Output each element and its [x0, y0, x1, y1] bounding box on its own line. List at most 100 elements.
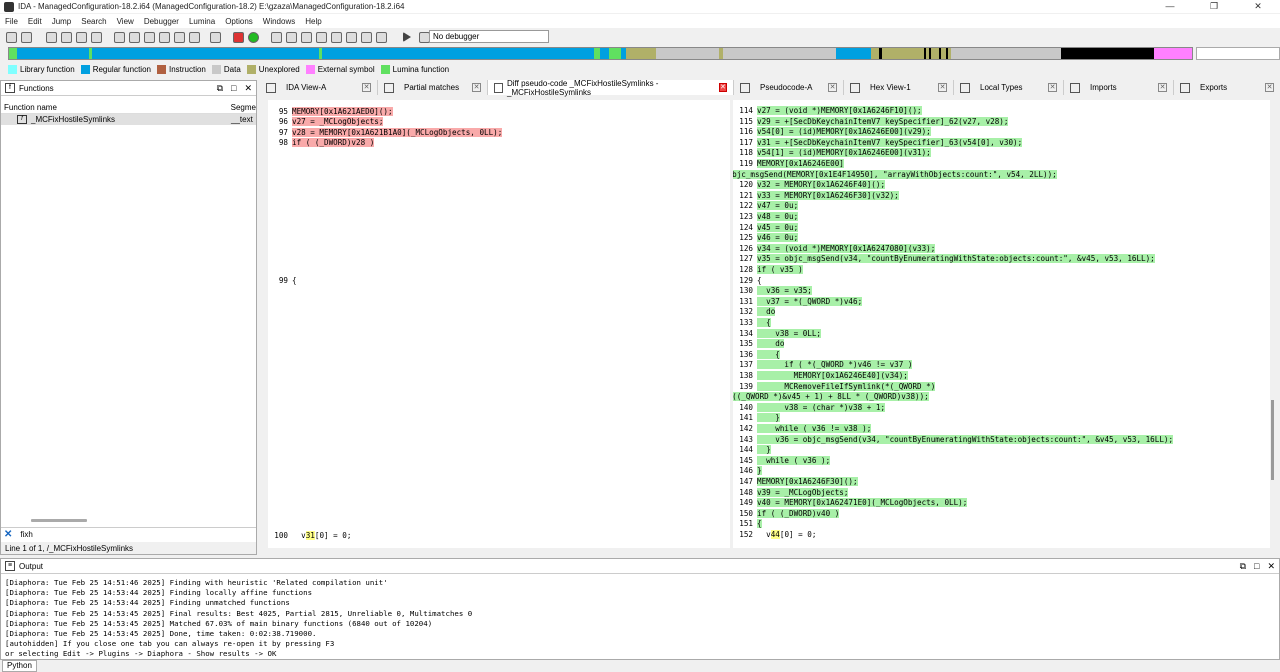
tab-ida-view-a[interactable]: IDA View-A ✕ [260, 80, 378, 95]
tab-local-types[interactable]: Local Types ✕ [954, 80, 1064, 95]
code-line[interactable]: 131 v37 = *(_QWORD *)v46; [733, 296, 863, 308]
tab-close-icon[interactable]: ✕ [1048, 83, 1057, 92]
code-line[interactable]: 95 MEMORY[0x1A621AED0](); [268, 106, 393, 118]
code-line[interactable]: 127 v35 = objc_msgSend(v34, "countByEnume… [733, 254, 1155, 265]
undefine-icon[interactable] [189, 31, 200, 43]
vertical-scrollbar[interactable] [1271, 400, 1274, 480]
code-line[interactable]: 146} [733, 466, 762, 477]
diff-right-code-pane[interactable]: 114 v27 = (void *)MEMORY[0x1A6246F10](); 1… [733, 100, 1270, 548]
code-line[interactable]: 129 { [733, 276, 761, 287]
menu-view[interactable]: View [112, 17, 139, 26]
code-line[interactable]: 150 if ( (_DWORD)v40 ) [733, 508, 840, 520]
code-line[interactable]: 136 { [733, 349, 780, 361]
forward-icon[interactable] [61, 31, 72, 43]
code-line[interactable]: 143 v36 = objc_msgSend(v34, "countByEnum… [733, 434, 1174, 446]
menu-help[interactable]: Help [300, 17, 326, 26]
string-icon[interactable] [174, 31, 185, 43]
code-line[interactable]: 128 if ( v35 ) [733, 265, 803, 276]
column-segment[interactable]: Segme [231, 103, 256, 112]
code-line[interactable]: 148 v39 = _MCLogObjects; [733, 487, 849, 499]
code-line[interactable]: 141 } [733, 413, 780, 424]
stop-icon[interactable] [376, 31, 387, 43]
breakpoint-icon[interactable] [346, 31, 357, 43]
code-line[interactable]: 119 MEMORY[0x1A6246E00] [733, 159, 844, 170]
jump-icon[interactable] [91, 31, 102, 43]
tab-close-icon[interactable]: ✕ [472, 83, 481, 92]
float-panel-icon[interactable]: ⧉ [217, 83, 223, 94]
lumina-icon[interactable] [248, 31, 259, 43]
code-line[interactable]: 152 v44[0] = 0; [733, 530, 816, 541]
code-line[interactable]: 98 if ( (_DWORD)v28 ) [268, 138, 375, 149]
back-icon[interactable] [46, 31, 57, 43]
save-icon[interactable] [21, 31, 32, 43]
debugger-select[interactable]: No debugger [429, 30, 549, 43]
code-line[interactable]: (*((_QWORD *)&v45 + 1) + 8LL * (_QWORD)v… [733, 392, 929, 403]
enums-icon[interactable] [331, 31, 342, 43]
close-panel-icon[interactable]: ✕ [1267, 561, 1275, 572]
code-line[interactable]: 115 v29 = +[SecDbKeychainItemV7 keySpecif… [733, 116, 1009, 128]
code-line[interactable]: 118 v54[1] = (id)MEMORY[0x1A6246E00](v31)… [733, 148, 931, 159]
function-row[interactable]: f _MCFixHostileSymlinks __text [1, 114, 256, 125]
structures-icon[interactable] [316, 31, 327, 43]
clear-search-icon[interactable]: ✕ [4, 529, 12, 540]
code-icon[interactable] [129, 31, 140, 43]
code-line[interactable]: 120 v32 = MEMORY[0x1A6246F40](); [733, 180, 886, 191]
code-line[interactable]: 138 MEMORY[0x1A6246E40](v34); [733, 371, 908, 382]
column-function-name[interactable]: Function name [1, 103, 231, 112]
minimize-button[interactable]: — [1148, 0, 1192, 13]
code-line[interactable]: 142 while ( v36 != v38 ); [733, 424, 872, 435]
code-line[interactable]: 123 v48 = 0u; [733, 212, 799, 223]
hex-icon[interactable] [114, 31, 125, 43]
tab-diff-pseudo-code[interactable]: Diff pseudo-code _MCFixHostileSymlinks -… [488, 79, 734, 97]
code-line[interactable]: 96 v27 = _MCLogObjects; [268, 117, 384, 128]
menu-options[interactable]: Options [220, 17, 258, 26]
functions-icon[interactable] [286, 31, 297, 43]
code-line[interactable]: 125 v46 = 0u; [733, 233, 799, 244]
tab-close-icon[interactable]: ✕ [1265, 83, 1274, 92]
pause-icon[interactable] [361, 31, 372, 43]
code-line[interactable]: 139 MCRemoveFileIfSymlink(*(_QWORD *) [733, 381, 936, 393]
python-cli-button[interactable]: Python [2, 660, 37, 672]
menu-search[interactable]: Search [76, 17, 111, 26]
close-window-button[interactable]: ✕ [1236, 0, 1280, 13]
code-line[interactable]: 130 v36 = v35; [733, 286, 812, 297]
code-line[interactable]: 97 v28 = MEMORY[0x1A621B1A0](_MCLogObject… [268, 127, 503, 139]
navigation-band[interactable] [8, 47, 1193, 60]
tab-exports[interactable]: Exports ✕ [1174, 80, 1280, 95]
graph-icon[interactable] [233, 31, 244, 43]
menu-jump[interactable]: Jump [47, 17, 77, 26]
code-line[interactable]: 132 do [733, 307, 776, 318]
menu-file[interactable]: File [0, 17, 23, 26]
code-line[interactable]: 100 v31[0] = 0; [268, 530, 351, 542]
code-line[interactable]: 151 { [733, 519, 762, 530]
code-line[interactable]: 145 while ( v36 ); [733, 455, 831, 467]
horizontal-scrollbar[interactable] [31, 519, 87, 522]
data-icon[interactable] [144, 31, 155, 43]
tab-imports[interactable]: Imports ✕ [1064, 80, 1174, 95]
tab-close-icon[interactable]: ✕ [938, 83, 947, 92]
menu-windows[interactable]: Windows [258, 17, 300, 26]
code-line[interactable]: 144 } [733, 445, 771, 456]
diff-left-code-pane[interactable]: 95 MEMORY[0x1A621AED0](); 96 v27 = _MCLogOb… [268, 100, 730, 548]
tab-close-icon[interactable]: ✕ [718, 83, 727, 92]
code-line[interactable]: (objc_msgSend(MEMORY[0x1E4F14950], "arra… [733, 169, 1057, 181]
tab-close-icon[interactable]: ✕ [1158, 83, 1167, 92]
code-line[interactable]: 116 v54[0] = (id)MEMORY[0x1A6246E00](v29)… [733, 127, 931, 138]
code-line[interactable]: 149 v40 = MEMORY[0x1A62471E0](_MCLogObjec… [733, 498, 968, 509]
navigation-combo[interactable] [1196, 47, 1280, 60]
maximize-panel-icon[interactable]: □ [231, 83, 236, 94]
maximize-panel-icon[interactable]: □ [1254, 561, 1259, 572]
restore-button[interactable]: ❐ [1192, 0, 1236, 13]
code-line[interactable]: 99 { [268, 276, 297, 287]
menu-edit[interactable]: Edit [23, 17, 47, 26]
code-line[interactable]: 126 v34 = (void *)MEMORY[0x1A6247080](v33… [733, 243, 936, 255]
hand-icon[interactable] [76, 31, 87, 43]
tab-close-icon[interactable]: ✕ [828, 83, 837, 92]
close-panel-icon[interactable]: ✕ [244, 83, 252, 94]
code-line[interactable]: 117 v31 = +[SecDbKeychainItemV7 keySpecif… [733, 137, 1023, 149]
names-icon[interactable] [301, 31, 312, 43]
code-line[interactable]: 121 v33 = MEMORY[0x1A6246F30](v32); [733, 190, 899, 202]
tab-partial-matches[interactable]: Partial matches ✕ [378, 80, 488, 95]
code-line[interactable]: 135 do [733, 339, 785, 350]
code-line[interactable]: 140 v38 = (char *)v38 + 1; [733, 402, 886, 414]
